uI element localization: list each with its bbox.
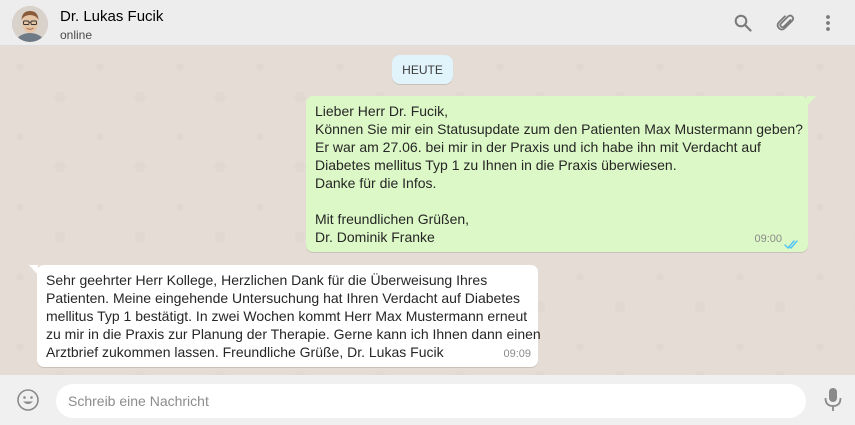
message-line: Lieber Herr Dr. Fucik,	[315, 103, 449, 119]
attach-icon[interactable]	[776, 13, 796, 33]
message-line: Arztbrief zukommen lassen. Freundliche G…	[46, 344, 444, 360]
message-line: Dr. Dominik Franke	[315, 229, 435, 245]
message-outgoing[interactable]: Lieber Herr Dr. Fucik, Können Sie mir ei…	[306, 96, 816, 252]
message-line: Können Sie mir ein Statusupdate zum den …	[315, 121, 803, 137]
message-time: 09:09	[503, 348, 531, 360]
menu-icon[interactable]	[818, 13, 838, 33]
chat-header: Dr. Lukas Fucik online	[0, 0, 855, 46]
read-receipt-icon	[784, 236, 800, 250]
contact-name[interactable]: Dr. Lukas Fucik	[60, 8, 163, 26]
message-line: mellitus Typ 1 bestätigt. In zwei Wochen…	[46, 308, 528, 324]
message-line: zu mir in die Praxis zur Planung der The…	[46, 326, 541, 342]
emoji-icon[interactable]	[16, 388, 40, 412]
message-line: Patienten. Meine eingehende Untersuchung…	[46, 290, 520, 306]
message-line: Mit freundlichen Grüßen,	[315, 211, 470, 227]
message-line: Diabetes mellitus Typ 1 zu Ihnen in die …	[315, 157, 677, 173]
message-list[interactable]: HEUTE Lieber Herr Dr. Fucik, Können Sie …	[0, 47, 855, 375]
message-line: Er war am 27.06. bei mir in der Praxis u…	[315, 139, 761, 155]
message-line: Danke für die Infos.	[315, 175, 437, 191]
message-incoming[interactable]: Sehr geehrter Herr Kollege, Herzlichen D…	[29, 265, 541, 367]
composer	[0, 375, 855, 425]
date-divider: HEUTE	[392, 55, 453, 84]
message-input[interactable]	[56, 384, 806, 418]
message-time: 09:00	[754, 233, 782, 245]
message-line	[315, 192, 800, 210]
contact-status: online	[60, 28, 93, 42]
avatar[interactable]	[12, 6, 48, 42]
microphone-icon[interactable]	[823, 387, 843, 413]
message-line: Sehr geehrter Herr Kollege, Herzlichen D…	[46, 272, 488, 288]
search-icon[interactable]	[733, 13, 753, 33]
